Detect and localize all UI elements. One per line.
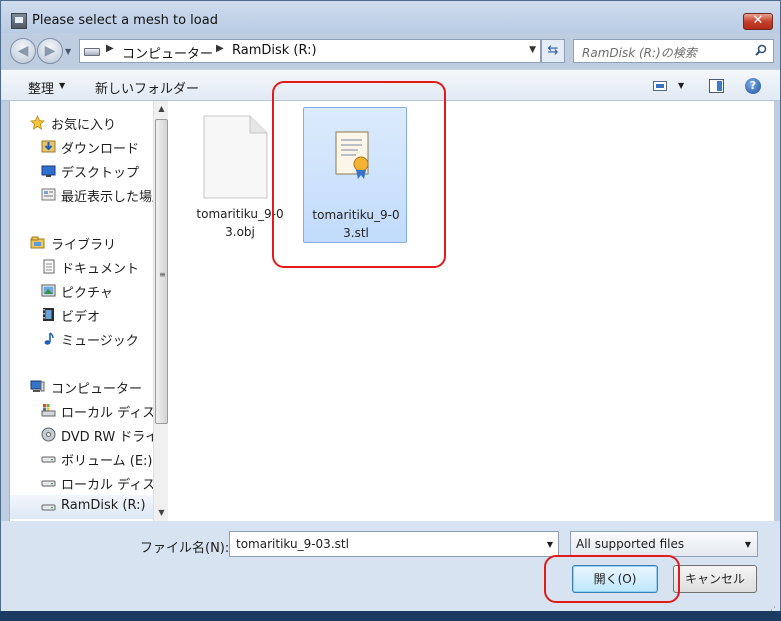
music-icon (41, 331, 56, 346)
sidebar-scrollbar[interactable]: ▲ ≡ ▼ (153, 101, 168, 521)
sidebar-item-libraries[interactable]: ライブラリ (10, 231, 153, 255)
recent-locations-dropdown[interactable]: ▼ (65, 47, 71, 56)
library-icon (30, 235, 45, 250)
scrollbar-grip-icon: ≡ (159, 270, 166, 279)
sidebar-item-dvd-drive[interactable]: DVD RW ドライブ (10, 423, 153, 447)
organize-button[interactable]: 整理 (28, 78, 54, 97)
forward-button[interactable]: ▶ (37, 38, 63, 64)
sidebar-item-label: コンピューター (51, 382, 143, 397)
ramdisk-icon (41, 499, 56, 514)
videos-icon (41, 307, 56, 322)
breadcrumb-ramdisk[interactable]: RamDisk (R:) (232, 43, 317, 58)
search-input[interactable]: RamDisk (R:)の検索 (573, 39, 774, 63)
window-title: Please select a mesh to load (32, 13, 218, 28)
breadcrumb-separator[interactable]: ▶ (106, 43, 114, 54)
drive-icon (84, 48, 100, 56)
sidebar-item-local-disk-c[interactable]: ローカル ディスク (10, 399, 153, 423)
volume-icon (41, 451, 56, 466)
dvd-drive-icon (41, 427, 56, 442)
sidebar-item-label: デスクトップ (61, 166, 140, 181)
sidebar-item-label: お気に入り (51, 118, 117, 133)
file-list: tomaritiku_9-0 3.obj tomaritiku_9-0 3.stl (169, 101, 775, 521)
breadcrumb-separator[interactable]: ▶ (216, 43, 224, 54)
sidebar-item-local-disk-2[interactable]: ローカル ディスク (10, 471, 153, 495)
help-icon[interactable]: ? (745, 78, 761, 94)
chevron-down-icon[interactable]: ▼ (59, 81, 65, 90)
navigation-bar: ◀ ▶ ▼ ▶ コンピューター ▶ RamDisk (R:) ▼ ⇆ RamDi… (1, 35, 780, 67)
chevron-down-icon[interactable]: ▼ (547, 540, 553, 549)
sidebar-item-label: RamDisk (R:) (61, 498, 146, 513)
documents-icon (41, 259, 56, 274)
blank-document-icon (203, 115, 268, 199)
preview-pane-icon[interactable] (709, 79, 724, 93)
address-dropdown-icon[interactable]: ▼ (529, 45, 536, 55)
filename-value: tomaritiku_9-03.stl (236, 537, 349, 551)
scroll-down-arrow[interactable]: ▼ (154, 505, 169, 521)
cancel-button[interactable]: キャンセル (673, 565, 757, 593)
search-icon[interactable] (755, 44, 767, 56)
sidebar-item-favorites[interactable]: お気に入り (10, 111, 153, 135)
sidebar-item-videos[interactable]: ビデオ (10, 303, 153, 327)
star-icon (30, 115, 45, 130)
filetype-select[interactable]: All supported files ▼ (570, 531, 758, 557)
local-disk-icon (41, 475, 56, 490)
new-folder-button[interactable]: 新しいフォルダー (95, 78, 199, 97)
sidebar-item-volume-e[interactable]: ボリューム (E:) (10, 447, 153, 471)
chevron-down-icon[interactable]: ▼ (678, 81, 684, 90)
file-open-dialog: Please select a mesh to load ✕ ◀ ▶ ▼ ▶ コ… (0, 0, 781, 621)
back-button[interactable]: ◀ (10, 38, 36, 64)
scroll-up-arrow[interactable]: ▲ (154, 101, 169, 117)
sidebar-item-label: ピクチャ (61, 286, 113, 301)
sidebar-item-label: ローカル ディスク (61, 478, 153, 493)
annotation-highlight-file (272, 81, 446, 268)
sidebar-item-documents[interactable]: ドキュメント (10, 255, 153, 279)
recent-places-icon (41, 187, 56, 202)
sidebar-item-label: ローカル ディスク (61, 406, 153, 421)
downloads-icon (41, 139, 56, 154)
pictures-icon (41, 283, 56, 298)
sidebar-item-label: ライブラリ (51, 238, 117, 253)
search-placeholder: RamDisk (R:)の検索 (582, 46, 697, 60)
view-options-icon[interactable] (653, 81, 667, 91)
address-bar[interactable]: ▶ コンピューター ▶ RamDisk (R:) ▼ (79, 39, 541, 63)
sidebar-item-desktop[interactable]: デスクトップ (10, 159, 153, 183)
sidebar-item-pictures[interactable]: ピクチャ (10, 279, 153, 303)
local-disk-icon (41, 403, 56, 418)
sidebar-item-label: ドキュメント (61, 262, 140, 277)
filename-input[interactable]: tomaritiku_9-03.stl ▼ (229, 531, 559, 557)
sidebar-item-computer[interactable]: コンピューター (10, 375, 153, 399)
app-icon (11, 13, 27, 29)
close-button[interactable]: ✕ (743, 13, 773, 30)
sidebar-item-label: ミュージック (61, 334, 139, 349)
sidebar-item-ramdisk[interactable]: RamDisk (R:) (10, 495, 153, 519)
filename-label: ファイル名(N): (140, 541, 230, 556)
breadcrumb-computer[interactable]: コンピューター (122, 43, 213, 62)
filetype-value: All supported files (576, 537, 685, 551)
desktop-icon (41, 163, 56, 178)
navigation-pane: お気に入り ダウンロード デスクトップ 最近表示した場所 (10, 101, 168, 521)
annotation-highlight-open (544, 555, 680, 603)
sidebar-item-label: 最近表示した場所 (61, 190, 153, 205)
sidebar-item-label: ボリューム (E:) (61, 454, 153, 469)
taskbar (0, 611, 781, 621)
sidebar-item-label: ダウンロード (61, 142, 140, 157)
computer-icon (30, 379, 45, 394)
refresh-button[interactable]: ⇆ (541, 39, 565, 63)
sidebar-item-label: ビデオ (61, 310, 101, 325)
chevron-down-icon[interactable]: ▼ (745, 540, 751, 549)
sidebar-item-recent-places[interactable]: 最近表示した場所 (10, 183, 153, 207)
scrollbar-thumb[interactable]: ≡ (155, 119, 168, 424)
sidebar-item-downloads[interactable]: ダウンロード (10, 135, 153, 159)
sidebar-item-music[interactable]: ミュージック (10, 327, 153, 351)
title-bar[interactable]: Please select a mesh to load ✕ (1, 1, 780, 33)
sidebar-item-label: DVD RW ドライブ (61, 430, 153, 445)
